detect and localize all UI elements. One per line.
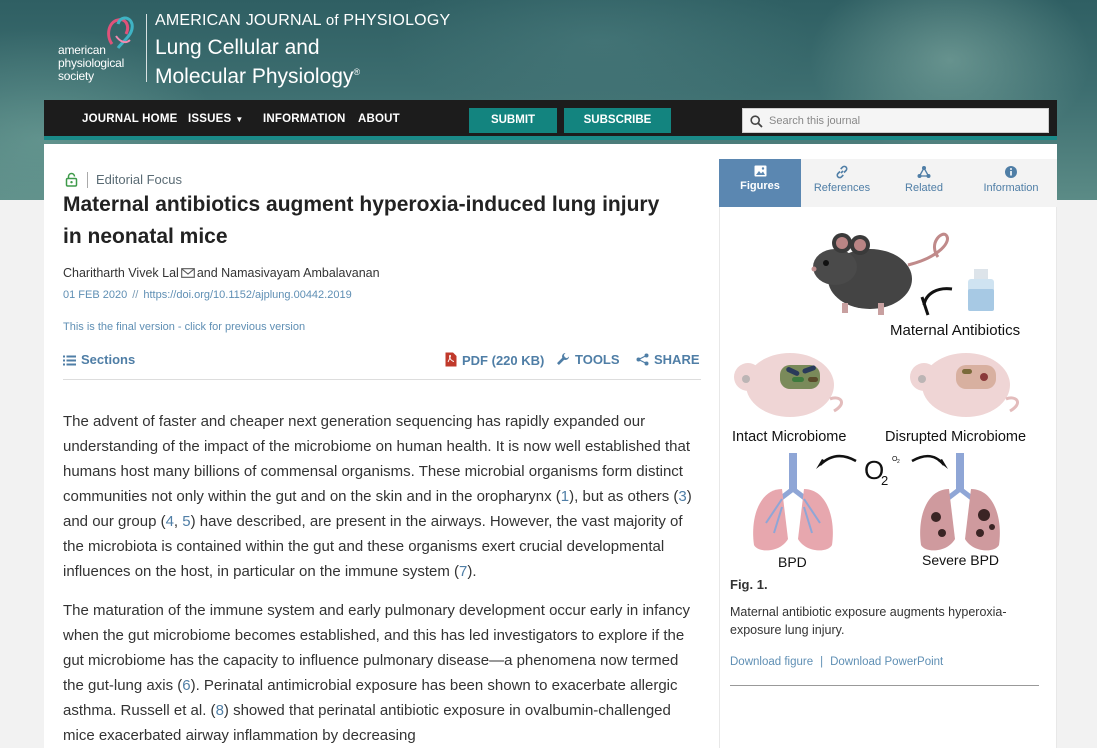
society-line: society <box>58 69 94 83</box>
article-meta: 01 FEB 2020 // https://doi.org/10.1152/ajp… <box>63 289 352 301</box>
paragraph: The advent of faster and cheaper next ge… <box>63 413 692 580</box>
reference-link[interactable]: 5 <box>182 513 190 530</box>
submit-button[interactable]: SUBMIT <box>469 108 557 133</box>
lungs-severe-bpd-icon <box>920 453 1000 551</box>
tab-references[interactable]: References <box>801 159 883 207</box>
menu-icon <box>63 355 76 366</box>
journal-name-line2-text: Molecular Physiology <box>155 65 354 88</box>
main-content: Editorial Focus Maternal antibiotics aug… <box>44 144 1057 748</box>
tools-button[interactable]: TOOLS <box>556 352 620 367</box>
tab-related-label: Related <box>905 182 943 194</box>
tab-figures-label: Figures <box>740 180 780 192</box>
search-input[interactable] <box>769 112 1039 130</box>
author-name[interactable]: Charitharth Vivek Lal <box>63 266 179 280</box>
figure-links: Download figure | Download PowerPoint <box>730 656 943 668</box>
journal-name-line1: Lung Cellular and <box>155 36 320 59</box>
info-icon <box>1005 166 1017 178</box>
panel-tabs: Figures References Related Information <box>719 159 1057 207</box>
pup-intact-icon <box>734 353 843 417</box>
mouse-mother-icon <box>811 232 949 315</box>
label-bpd: BPD <box>778 554 807 570</box>
author-list: Charitharth Vivek Lal and Namasivayam Am… <box>63 266 380 280</box>
lock-icon <box>65 172 78 187</box>
label-o2-sub: 2 <box>881 473 888 488</box>
journal-series-end: PHYSIOLOGY <box>343 12 451 29</box>
article-title: Maternal antibiotics augment hyperoxia-i… <box>63 193 660 248</box>
section-label[interactable]: Editorial Focus <box>96 172 182 187</box>
nav-information[interactable]: INFORMATION <box>263 113 345 125</box>
journal-series-title[interactable]: AMERICAN JOURNAL of PHYSIOLOGY <box>155 12 450 30</box>
figure-label: Fig. 1. <box>730 577 768 592</box>
journal-series-of: of <box>325 12 339 29</box>
tab-information[interactable]: Information <box>965 159 1057 207</box>
label-severe-bpd: Severe BPD <box>922 552 999 568</box>
society-name[interactable]: american physiological society <box>58 44 124 83</box>
side-panel: Figures References Related Information M… <box>719 159 1057 748</box>
figure-divider <box>730 685 1039 686</box>
link-icon <box>836 165 848 179</box>
publish-date: 01 FEB 2020 <box>63 289 128 301</box>
figure-caption: Maternal antibiotic exposure augments hy… <box>730 605 1007 637</box>
pdf-icon <box>445 352 457 367</box>
wrench-icon <box>557 353 569 365</box>
version-note-link[interactable]: This is the final version - click for pr… <box>63 321 305 333</box>
article-body: The advent of faster and cheaper next ge… <box>63 409 703 748</box>
reference-link[interactable]: 1 <box>561 488 569 505</box>
search-box <box>742 108 1049 133</box>
network-icon <box>917 166 931 178</box>
registered-mark: ® <box>353 67 361 77</box>
main-nav: JOURNAL HOME ISSUES ▼ INFORMATION ABOUT S… <box>44 100 1057 140</box>
article-toolbar: Sections PDF (220 KB) TOOLS SHARE <box>63 348 701 380</box>
sections-button[interactable]: Sections <box>63 352 135 367</box>
chevron-down-icon: ▼ <box>235 115 244 124</box>
download-powerpoint-link[interactable]: Download PowerPoint <box>830 656 943 668</box>
tab-references-label: References <box>813 182 871 194</box>
journal-name[interactable]: Lung Cellular and Molecular Physiology® <box>155 36 360 89</box>
label-intact-microbiome: Intact Microbiome <box>732 429 846 445</box>
share-icon <box>636 353 649 366</box>
share-button[interactable]: SHARE <box>636 352 700 367</box>
reference-link[interactable]: 6 <box>182 677 190 694</box>
download-figure-link[interactable]: Download figure <box>730 656 813 668</box>
nav-issues[interactable]: ISSUES ▼ <box>188 113 244 125</box>
author-name-2[interactable]: and Namasivayam Ambalavanan <box>197 266 380 280</box>
figure-card: Maternal Antibiotics Intact Microbiome D… <box>719 207 1057 748</box>
pdf-label: PDF (220 KB) <box>462 353 545 368</box>
reference-link[interactable]: 3 <box>678 488 686 505</box>
meta-separator: // <box>132 289 139 301</box>
pdf-button[interactable]: PDF (220 KB) <box>445 352 544 368</box>
subscribe-button[interactable]: SUBSCRIBE <box>564 108 671 133</box>
links-separator: | <box>820 656 824 668</box>
tab-information-label: Information <box>983 182 1039 194</box>
reference-link[interactable]: 7 <box>459 563 467 580</box>
tab-figures[interactable]: Figures <box>719 159 801 207</box>
type-divider <box>87 172 88 188</box>
reference-link[interactable]: 4 <box>166 513 174 530</box>
label-maternal-antibiotics: Maternal Antibiotics <box>890 322 1020 339</box>
lungs-bpd-icon <box>753 453 833 551</box>
image-icon <box>754 165 766 177</box>
search-icon[interactable] <box>750 115 763 128</box>
pup-disrupted-icon <box>910 353 1019 417</box>
nav-journal-home[interactable]: JOURNAL HOME <box>82 113 177 125</box>
doi-link[interactable]: https://doi.org/10.1152/ajplung.00442.20… <box>143 289 351 301</box>
mail-icon[interactable] <box>180 267 195 278</box>
figure-image[interactable]: Maternal Antibiotics Intact Microbiome D… <box>730 227 1039 572</box>
logo-divider <box>146 14 147 82</box>
share-label: SHARE <box>654 352 700 367</box>
tab-related[interactable]: Related <box>883 159 965 207</box>
journal-series-main: AMERICAN JOURNAL <box>155 12 322 29</box>
nav-about[interactable]: ABOUT <box>358 113 400 125</box>
label-disrupted-microbiome: Disrupted Microbiome <box>885 429 1026 445</box>
sections-label: Sections <box>81 352 136 367</box>
reference-link[interactable]: 8 <box>216 702 224 719</box>
antibiotic-bottle-icon <box>968 269 994 311</box>
tools-label: TOOLS <box>575 352 620 367</box>
nav-issues-label: ISSUES <box>188 113 232 125</box>
paragraph: The maturation of the immune system and … <box>63 602 690 744</box>
label-o2-small-sub: 2 <box>897 459 900 465</box>
journal-name-line2: Molecular Physiology® <box>155 60 360 89</box>
